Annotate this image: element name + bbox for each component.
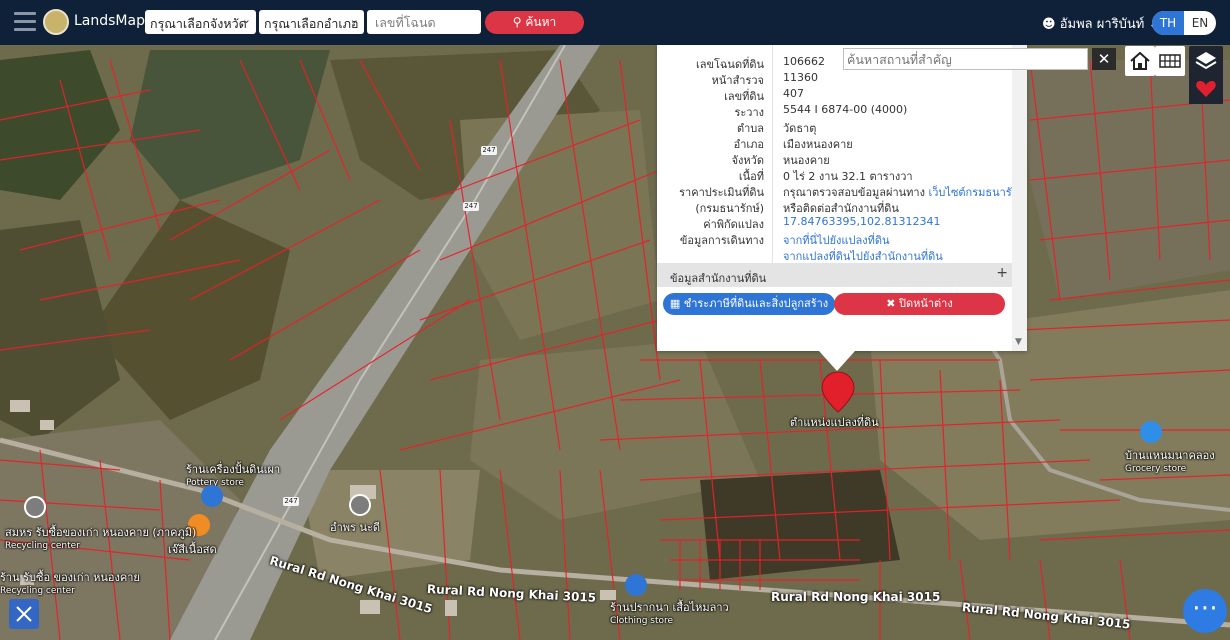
more-options-button[interactable]: ⋯ <box>1183 589 1227 633</box>
province-select-value: กรุณาเลือกจังหวัด <box>150 16 247 31</box>
coord-link[interactable]: 17.84763395,102.81312341 <box>783 215 940 228</box>
search-button[interactable]: ⚲ ค้นหา <box>485 11 584 34</box>
travel-row-2: จากแปลงที่ดินไปยังสำนักงานที่ดิน <box>657 245 1012 263</box>
detail-row: จังหวัด หนองคาย <box>657 149 1012 167</box>
place-name: ร้านปรากนา เสื้อไหมลาว <box>610 601 729 614</box>
brand-name[interactable]: LandsMaps <box>74 13 152 29</box>
place-category: Clothing store <box>610 616 674 626</box>
detail-row: เนื้อที่ 0 ไร่ 2 งาน 32.1 ตารางวา <box>657 165 1012 183</box>
price-row-2: (กรมธนารักษ์) หรือติดต่อสำนักงานที่ดิน <box>657 197 1012 215</box>
place-search-input[interactable] <box>843 48 1088 70</box>
detail-row: อำเภอ เมืองหนองคาย <box>657 133 1012 151</box>
more-icon: ⋯ <box>1192 593 1218 623</box>
detail-row: ระวาง 5544 I 6874-00 (4000) <box>657 101 1012 119</box>
place-category: Recycling center <box>0 586 75 596</box>
chevron-down-icon: ⌄ <box>349 13 359 26</box>
detail-value: 11360 <box>783 71 818 84</box>
marker-label: ตำแหน่งแปลงที่ดิน <box>790 416 879 429</box>
coord-row: ค่าพิกัดแปลง 17.84763395,102.81312341 <box>657 213 1012 231</box>
price-row: ราคาประเมินที่ดิน กรุณาตรวจสอบข้อมูลผ่าน… <box>657 181 1025 199</box>
landsmaps-logo[interactable] <box>43 9 69 35</box>
place-name: ร้านเครื่องปั้นดินเผา <box>186 463 281 476</box>
parcel-info-popup: เลขโฉนดที่ดิน 106662 หน้าสำรวจ 11360 เลข… <box>657 45 1027 351</box>
recycle-icon[interactable] <box>24 496 46 518</box>
lang-th-button[interactable]: TH <box>1152 11 1184 35</box>
route-shield-247: 247 <box>481 146 497 155</box>
clear-search-button[interactable]: ✕ <box>1092 48 1116 70</box>
grid-icon <box>1159 54 1181 68</box>
detail-row: หน้าสำรวจ 11360 <box>657 69 1012 87</box>
place-category: Recycling center <box>5 541 80 551</box>
menu-icon[interactable] <box>14 12 36 32</box>
road-label: Rural Rd Nong Khai 3015 <box>771 590 941 604</box>
place-category: Grocery store <box>1125 464 1187 474</box>
place-label[interactable]: ร้านเครื่องปั้นดินเผา Pottery store <box>186 460 280 488</box>
top-navbar: LandsMaps กรุณาเลือกจังหวัด ⌄ กรุณาเลือก… <box>0 0 1230 45</box>
grid-view-button[interactable] <box>1155 46 1185 76</box>
detail-value: 407 <box>783 87 804 100</box>
search-icon: ⚲ <box>512 15 522 29</box>
measure-tool-button[interactable] <box>9 599 39 629</box>
clothing-store-icon[interactable] <box>625 574 647 596</box>
land-office-section[interactable]: ข้อมูลสำนักงานที่ดิน + <box>657 263 1012 287</box>
place-label[interactable]: ร้านปรากนา เสื้อไหมลาว Clothing store <box>610 598 729 626</box>
heart-icon <box>1196 81 1216 97</box>
user-name: อัมพล ผาริบันท์ <box>1059 17 1145 32</box>
shopping-cart-icon[interactable] <box>1140 421 1162 443</box>
home-button[interactable] <box>1125 46 1155 76</box>
user-icon: ☻ <box>1042 17 1056 32</box>
travel-row: ข้อมูลการเดินทาง จากที่นี่ไปยังแปลงที่ดิ… <box>657 229 1012 247</box>
ruler-pencil-icon <box>16 606 32 622</box>
user-menu[interactable]: ☻ อัมพล ผาริบันท์ ⌄ <box>1042 13 1159 34</box>
place-label[interactable]: ร้าน รับซื้อ ของเก่า หนองคาย Recycling c… <box>0 568 140 596</box>
district-select[interactable]: กรุณาเลือกอำเภอ ⌄ <box>259 10 364 34</box>
place-label[interactable]: บ้านแหนมนาคลอง Grocery store <box>1125 446 1215 474</box>
pay-land-tax-label: ชำระภาษีที่ดินและสิ่งปลูกสร้าง <box>683 297 829 310</box>
place-name: บ้านแหนมนาคลอง <box>1125 449 1215 462</box>
chevron-down-icon: ⌄ <box>241 13 251 26</box>
close-window-label: ปิดหน้าต่าง <box>898 297 953 310</box>
expand-icon[interactable]: + <box>996 265 1008 281</box>
place-name: อำพร นะดี <box>330 521 381 534</box>
favorites-button[interactable] <box>1189 72 1223 104</box>
place-label[interactable]: สมหร รับซื้อของเก่า หนองคาย (ภาคภูมิ) Re… <box>5 523 196 551</box>
shop-icon[interactable] <box>201 485 223 507</box>
detail-row: ตำบล วัดธาตุ <box>657 117 1012 135</box>
detail-row: เลขที่ดิน 407 <box>657 85 1012 103</box>
route-shield-247: 247 <box>283 497 299 506</box>
popup-scrollbar[interactable]: ▼ <box>1012 45 1027 351</box>
close-icon: ✖ <box>886 297 896 310</box>
search-button-label: ค้นหา <box>525 15 557 29</box>
lang-en-button[interactable]: EN <box>1184 11 1216 35</box>
home-icon <box>1130 51 1150 70</box>
detail-value: 5544 I 6874-00 (4000) <box>783 103 908 116</box>
language-toggle[interactable]: TH EN <box>1152 11 1216 35</box>
place-name: ร้าน รับซื้อ ของเก่า หนองคาย <box>0 571 140 584</box>
close-window-button[interactable]: ✖ ปิดหน้าต่าง <box>834 293 1005 315</box>
grid-icon: ▦ <box>669 297 681 310</box>
deed-number-input[interactable] <box>367 10 481 34</box>
district-select-value: กรุณาเลือกอำเภอ <box>264 16 359 31</box>
place-name: สมหร รับซื้อของเก่า หนองคาย (ภาคภูมิ) <box>5 526 197 539</box>
close-icon: ✕ <box>1097 50 1111 68</box>
scroll-down-arrow-icon[interactable]: ▼ <box>1015 337 1022 347</box>
detail-value: 106662 <box>783 55 825 68</box>
location-pin-icon[interactable] <box>349 494 371 516</box>
province-select[interactable]: กรุณาเลือกจังหวัด ⌄ <box>145 10 256 34</box>
place-category: Pottery store <box>186 478 244 488</box>
pay-land-tax-button[interactable]: ▦ ชำระภาษีที่ดินและสิ่งปลูกสร้าง <box>663 293 835 315</box>
route-shield-247: 247 <box>463 202 479 211</box>
popup-pointer <box>819 351 855 371</box>
place-label[interactable]: อำพร นะดี <box>330 518 380 536</box>
land-office-title: ข้อมูลสำนักงานที่ดิน <box>670 272 767 285</box>
